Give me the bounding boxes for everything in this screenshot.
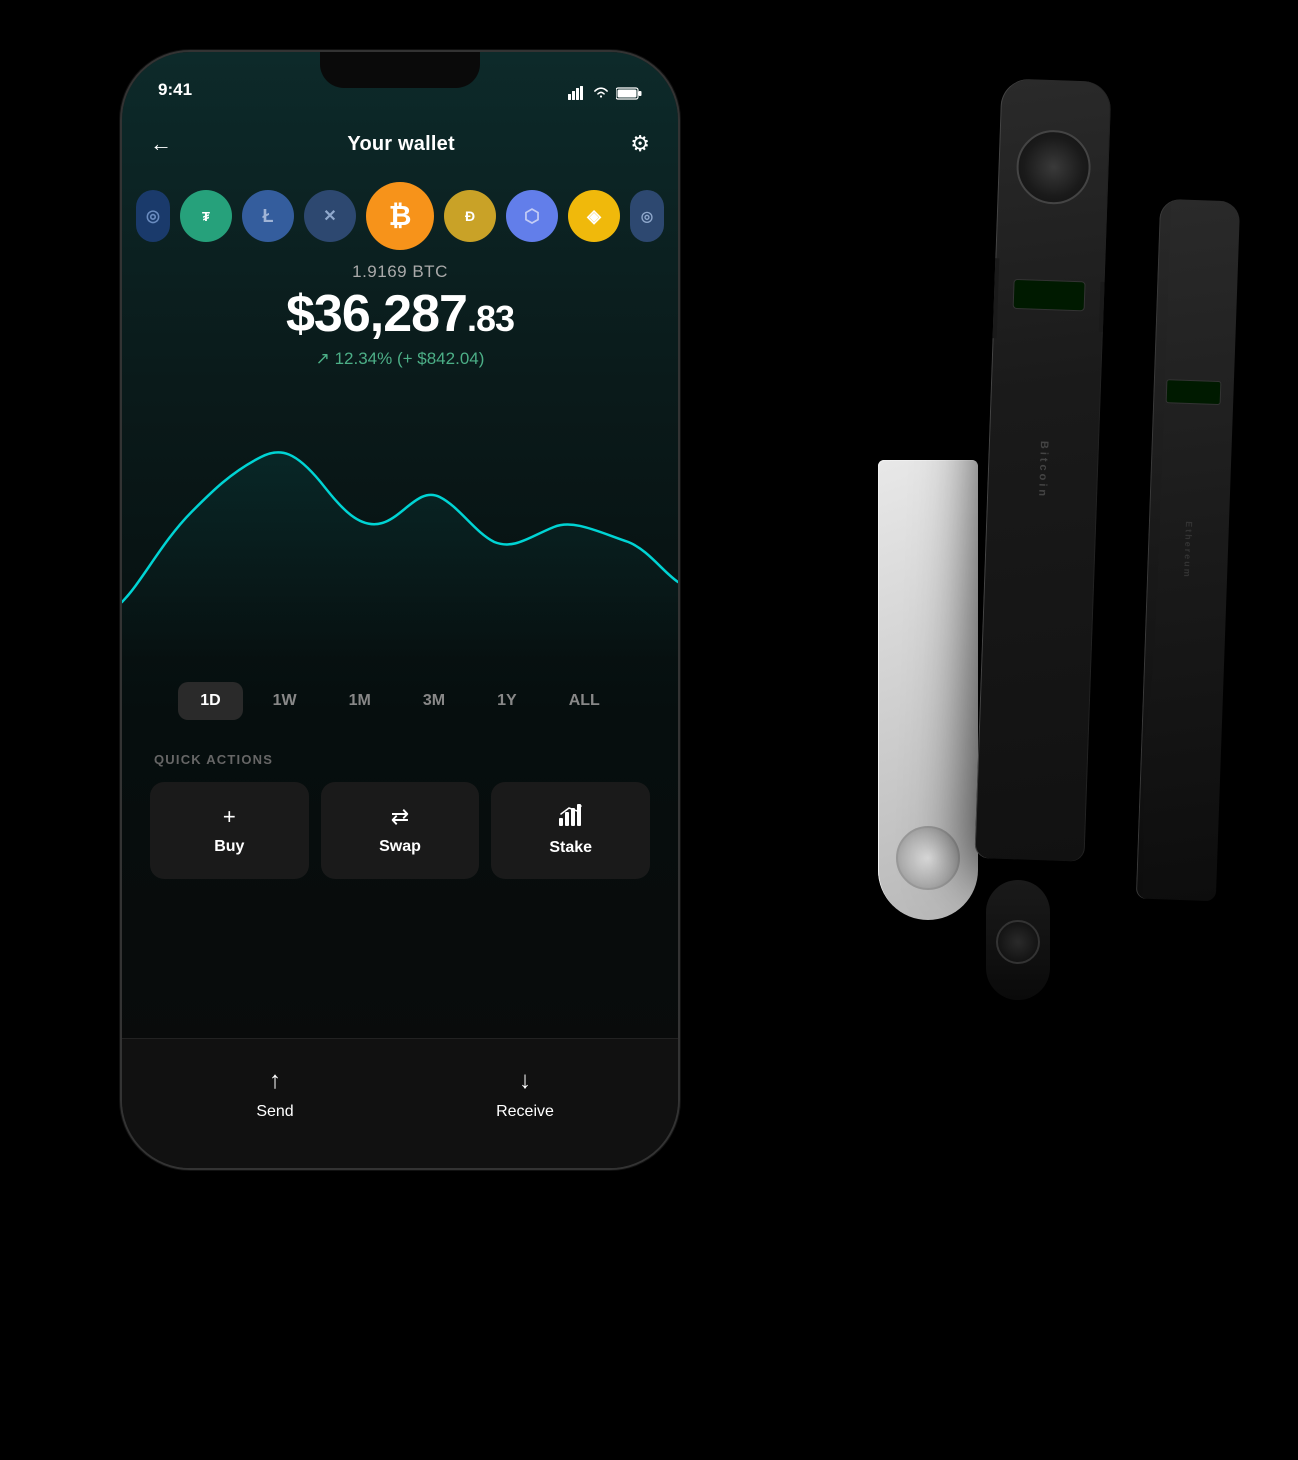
signal-icon xyxy=(568,86,586,100)
status-time: 9:41 xyxy=(158,80,192,100)
ledger-nano-x: Bitcoin xyxy=(974,78,1111,861)
quick-actions-label: QUICK ACTIONS xyxy=(154,752,273,767)
bottom-bar: ↑ Send ↓ Receive xyxy=(122,1038,678,1168)
header: ← Your wallet ⚙ xyxy=(122,112,678,176)
ledger-black-circle xyxy=(996,920,1040,964)
swap-icon: ⇄ xyxy=(391,804,409,830)
battery-icon xyxy=(616,87,642,100)
send-button[interactable]: ↑ Send xyxy=(150,1067,400,1121)
phone: 9:41 xyxy=(120,50,680,1170)
ledger-nano-s-label: Ethereum xyxy=(1182,521,1194,579)
change-arrow: ↗ xyxy=(316,349,330,368)
phone-screen: 9:41 xyxy=(122,52,678,1168)
ledger-side-buttons-right xyxy=(1099,282,1109,332)
coin-xrp[interactable]: ✕ xyxy=(304,190,356,242)
ledger-white-button xyxy=(896,826,960,890)
balance-usd-cents: .83 xyxy=(467,298,514,339)
coin-btc[interactable]: ₿ xyxy=(366,182,434,250)
ledger-nano-s-screen xyxy=(1166,379,1222,405)
swap-label: Swap xyxy=(379,838,421,856)
buy-icon: + xyxy=(223,804,236,830)
wifi-icon xyxy=(592,86,610,100)
buy-label: Buy xyxy=(214,838,244,856)
coin-eth[interactable]: ⬡ xyxy=(506,190,558,242)
coin-partial-right: ◎ xyxy=(630,190,664,242)
quick-actions: + Buy ⇄ Swap xyxy=(150,782,650,879)
page-title: Your wallet xyxy=(347,133,454,156)
back-button[interactable]: ← xyxy=(150,131,172,157)
buy-button[interactable]: + Buy xyxy=(150,782,309,879)
receive-icon: ↓ xyxy=(519,1067,531,1095)
time-filter-all[interactable]: ALL xyxy=(547,682,622,720)
stake-icon xyxy=(559,804,583,831)
settings-button[interactable]: ⚙ xyxy=(630,131,650,157)
chart-area xyxy=(122,382,678,662)
balance-usd: $36,287.83 xyxy=(122,286,678,343)
balance-usd-main: $36,287 xyxy=(286,285,467,343)
coin-bnb[interactable]: ◈ xyxy=(568,190,620,242)
coin-doge[interactable]: Ð xyxy=(444,190,496,242)
ledger-side-buttons-left xyxy=(989,258,1000,338)
balance-crypto: 1.9169 BTC xyxy=(122,262,678,282)
swap-button[interactable]: ⇄ Swap xyxy=(321,782,480,879)
ledger-white xyxy=(878,460,978,920)
time-filters: 1D 1W 1M 3M 1Y ALL xyxy=(122,682,678,720)
price-chart xyxy=(122,382,678,662)
stake-button[interactable]: Stake xyxy=(491,782,650,879)
time-filter-1y[interactable]: 1Y xyxy=(475,682,539,720)
balance-change: ↗ 12.34% (+ $842.04) xyxy=(122,349,678,369)
change-percent: 12.34% xyxy=(335,349,393,368)
notch xyxy=(320,52,480,88)
scene: 9:41 xyxy=(0,0,1298,1460)
send-icon: ↑ xyxy=(269,1067,281,1095)
stake-label: Stake xyxy=(549,839,592,857)
coin-usdt[interactable]: ₮ xyxy=(180,190,232,242)
coin-carousel: ◎ ₮ Ł ✕ ₿ Ð ⬡ ◈ ◎ xyxy=(122,180,678,252)
coin-ltc[interactable]: Ł xyxy=(242,190,294,242)
receive-button[interactable]: ↓ Receive xyxy=(400,1067,650,1121)
status-icons xyxy=(568,86,642,100)
ledger-nano-x-screen xyxy=(1013,279,1086,311)
ledger-nano-s: Ethereum xyxy=(1136,199,1240,901)
time-filter-1w[interactable]: 1W xyxy=(251,682,319,720)
coin-partial-left: ◎ xyxy=(136,190,170,242)
receive-label: Receive xyxy=(496,1103,554,1121)
send-label: Send xyxy=(256,1103,293,1121)
time-filter-1m[interactable]: 1M xyxy=(327,682,393,720)
time-filter-1d[interactable]: 1D xyxy=(178,682,242,720)
change-usd: + $842.04 xyxy=(403,349,479,368)
stake-chart-icon xyxy=(559,804,583,826)
time-filter-3m[interactable]: 3M xyxy=(401,682,467,720)
ledger-nano-x-label: Bitcoin xyxy=(1036,441,1050,500)
balance-section: 1.9169 BTC $36,287.83 ↗ 12.34% (+ $842.0… xyxy=(122,262,678,369)
